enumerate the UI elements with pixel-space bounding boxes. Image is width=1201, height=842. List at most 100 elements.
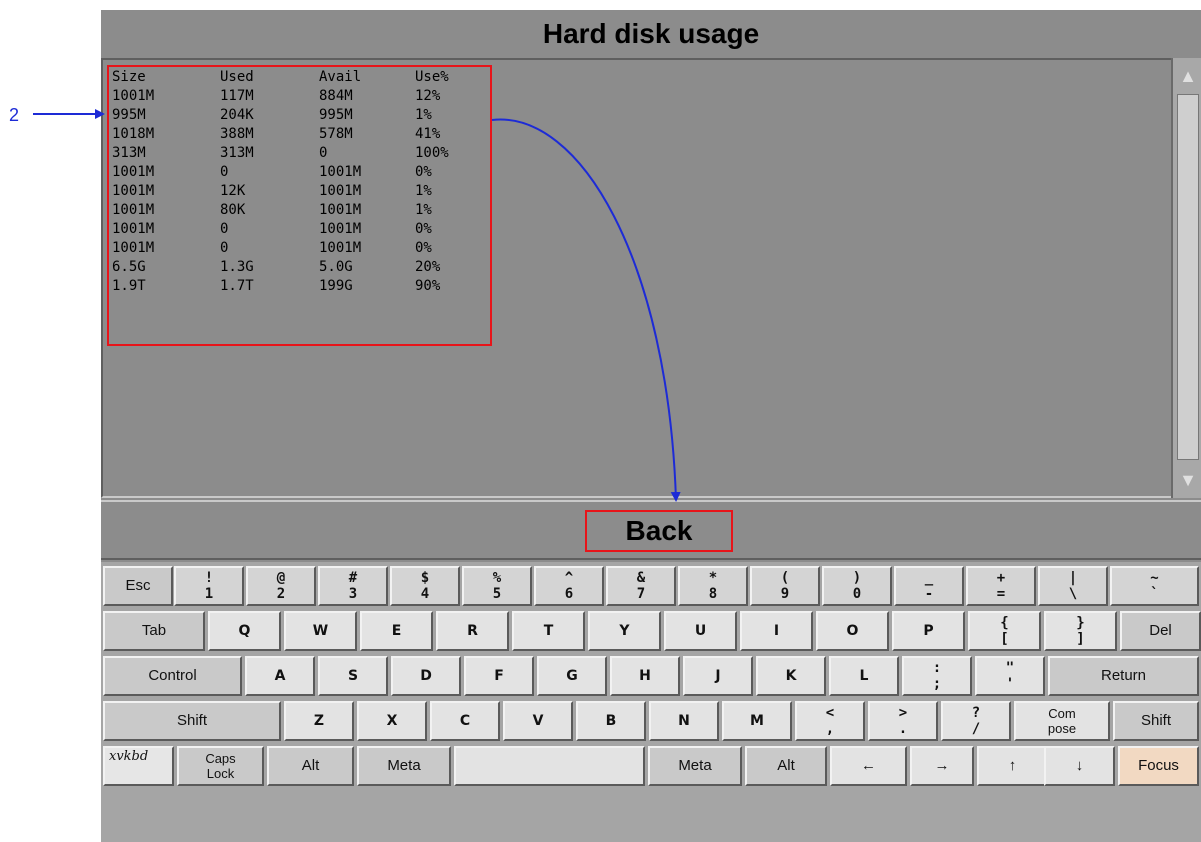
key-row2-5[interactable]: T: [512, 611, 585, 651]
key-bottom-label: [: [1000, 631, 1009, 647]
key-8[interactable]: * 8: [678, 566, 748, 606]
vertical-scrollbar[interactable]: ▲ ▼: [1171, 58, 1201, 498]
key-row2-10[interactable]: P: [892, 611, 965, 651]
key-row4-9[interactable]: >.: [868, 701, 938, 741]
key-bottom-label: ,: [825, 721, 835, 737]
scroll-track[interactable]: [1177, 94, 1199, 460]
key-row2-3[interactable]: E: [360, 611, 433, 651]
key-row4-4[interactable]: V: [503, 701, 573, 741]
key-row3-1[interactable]: A: [245, 656, 315, 696]
virtual-keyboard: Esc ! 1 @2 #3 $4% 5 ^ 6 & 7 * 8(9) 0 _ - + = | \ ~ ` Tab Q W E R T Y…: [101, 562, 1201, 842]
table-cell: 884M: [319, 88, 353, 104]
table-cell: 1001M: [112, 240, 155, 256]
key-symbol12[interactable]: + =: [966, 566, 1036, 606]
arrow-left-key[interactable]: ←: [830, 746, 907, 786]
key-2[interactable]: @2: [246, 566, 316, 606]
key-row2-11[interactable]: {[: [968, 611, 1041, 651]
column-header: Use%: [415, 69, 449, 85]
table-cell: 1%: [415, 202, 432, 218]
key-row4-2[interactable]: X: [357, 701, 427, 741]
key-0[interactable]: ) 0: [822, 566, 892, 606]
key-row3-3[interactable]: D: [391, 656, 461, 696]
triangle-down-icon[interactable]: ▼: [1177, 464, 1199, 496]
column-header: Used: [220, 69, 254, 85]
triangle-up-icon[interactable]: ▲: [1177, 60, 1199, 92]
key-label: P: [923, 622, 934, 639]
key-row2-2[interactable]: W: [284, 611, 357, 651]
key-bottom-label: 5: [492, 586, 502, 602]
back-button[interactable]: Back: [585, 510, 733, 552]
key-bottom-label: 9: [780, 586, 790, 602]
key-row2-6[interactable]: Y: [588, 611, 661, 651]
key-tab[interactable]: Tab: [103, 611, 205, 651]
xvkbd-logo[interactable]: xvkbd: [103, 746, 174, 786]
arrow-down-key[interactable]: ↓: [1044, 746, 1115, 786]
key-3[interactable]: #3: [318, 566, 388, 606]
key-label: Focus: [1138, 757, 1179, 775]
key-row2-4[interactable]: R: [436, 611, 509, 651]
table-cell: 0: [319, 145, 328, 161]
key-row2-8[interactable]: I: [740, 611, 813, 651]
key-meta-left[interactable]: Meta: [357, 746, 451, 786]
key-row3-9[interactable]: L: [829, 656, 899, 696]
key-meta-right[interactable]: Meta: [648, 746, 742, 786]
key-4[interactable]: $4: [390, 566, 460, 606]
key-row2-12[interactable]: }]: [1044, 611, 1117, 651]
key-row4-10[interactable]: ? /: [941, 701, 1011, 741]
key-bottom-label: 2: [276, 586, 286, 602]
table-cell: 41%: [415, 126, 441, 142]
key-7[interactable]: & 7: [606, 566, 676, 606]
key-row2-9[interactable]: O: [816, 611, 889, 651]
table-row: 1001M 0 1001M 0%: [112, 163, 490, 182]
arrow-right-key[interactable]: →: [910, 746, 974, 786]
key-row2-7[interactable]: U: [664, 611, 737, 651]
key-compose[interactable]: Com pose: [1014, 701, 1110, 741]
table-cell: 0%: [415, 221, 432, 237]
key-symbol13[interactable]: | \: [1038, 566, 1108, 606]
key-shift-left[interactable]: Shift: [103, 701, 281, 741]
key-row4-5[interactable]: B: [576, 701, 646, 741]
key-shift-right[interactable]: Shift: [1113, 701, 1199, 741]
key-1[interactable]: ! 1: [174, 566, 244, 606]
key-row3-5[interactable]: G: [537, 656, 607, 696]
key-esc[interactable]: Esc: [103, 566, 173, 606]
key-row3-10[interactable]: :;: [902, 656, 972, 696]
key-row3-6[interactable]: H: [610, 656, 680, 696]
key-9[interactable]: (9: [750, 566, 820, 606]
table-cell: 0%: [415, 164, 432, 180]
key-focus[interactable]: Focus: [1118, 746, 1199, 786]
key-symbol11[interactable]: _ -: [894, 566, 964, 606]
arrow-up-key[interactable]: ↑: [977, 746, 1048, 786]
key-label: C: [459, 712, 471, 729]
key-bottom-label: 4: [420, 586, 430, 602]
table-row: 6.5G 1.3G 5.0G 20%: [112, 258, 490, 277]
key-row3-2[interactable]: S: [318, 656, 388, 696]
key-label: Esc: [125, 577, 151, 595]
key-symbol14[interactable]: ~ `: [1110, 566, 1199, 606]
key-control[interactable]: Control: [103, 656, 242, 696]
key-label: L: [859, 667, 869, 684]
key-row2-1[interactable]: Q: [208, 611, 281, 651]
key-row4-3[interactable]: C: [430, 701, 500, 741]
key-row4-8[interactable]: <,: [795, 701, 865, 741]
key-bottom-label: 8: [708, 586, 718, 602]
key-bottom-label: 3: [348, 586, 358, 602]
key-alt-left[interactable]: Alt: [267, 746, 354, 786]
key-return[interactable]: Return: [1048, 656, 1199, 696]
output-text-area[interactable]: Size Used Avail Use% 1001M 117M 884M 12% 995M 204…: [101, 58, 1171, 498]
key-row3-7[interactable]: J: [683, 656, 753, 696]
key-row4-6[interactable]: N: [649, 701, 719, 741]
key-alt-right[interactable]: Alt: [745, 746, 827, 786]
key-6[interactable]: ^ 6: [534, 566, 604, 606]
key-row3-8[interactable]: K: [756, 656, 826, 696]
key-caps-lock[interactable]: Caps Lock: [177, 746, 264, 786]
key-row3-11[interactable]: " ': [975, 656, 1045, 696]
key-space[interactable]: [454, 746, 645, 786]
table-row: 1001M 12K 1001M 1%: [112, 182, 490, 201]
table-cell: 1001M: [319, 164, 362, 180]
key-5[interactable]: % 5: [462, 566, 532, 606]
key-row3-4[interactable]: F: [464, 656, 534, 696]
key-row4-7[interactable]: M: [722, 701, 792, 741]
key-del[interactable]: Del: [1120, 611, 1201, 651]
key-row4-1[interactable]: Z: [284, 701, 354, 741]
